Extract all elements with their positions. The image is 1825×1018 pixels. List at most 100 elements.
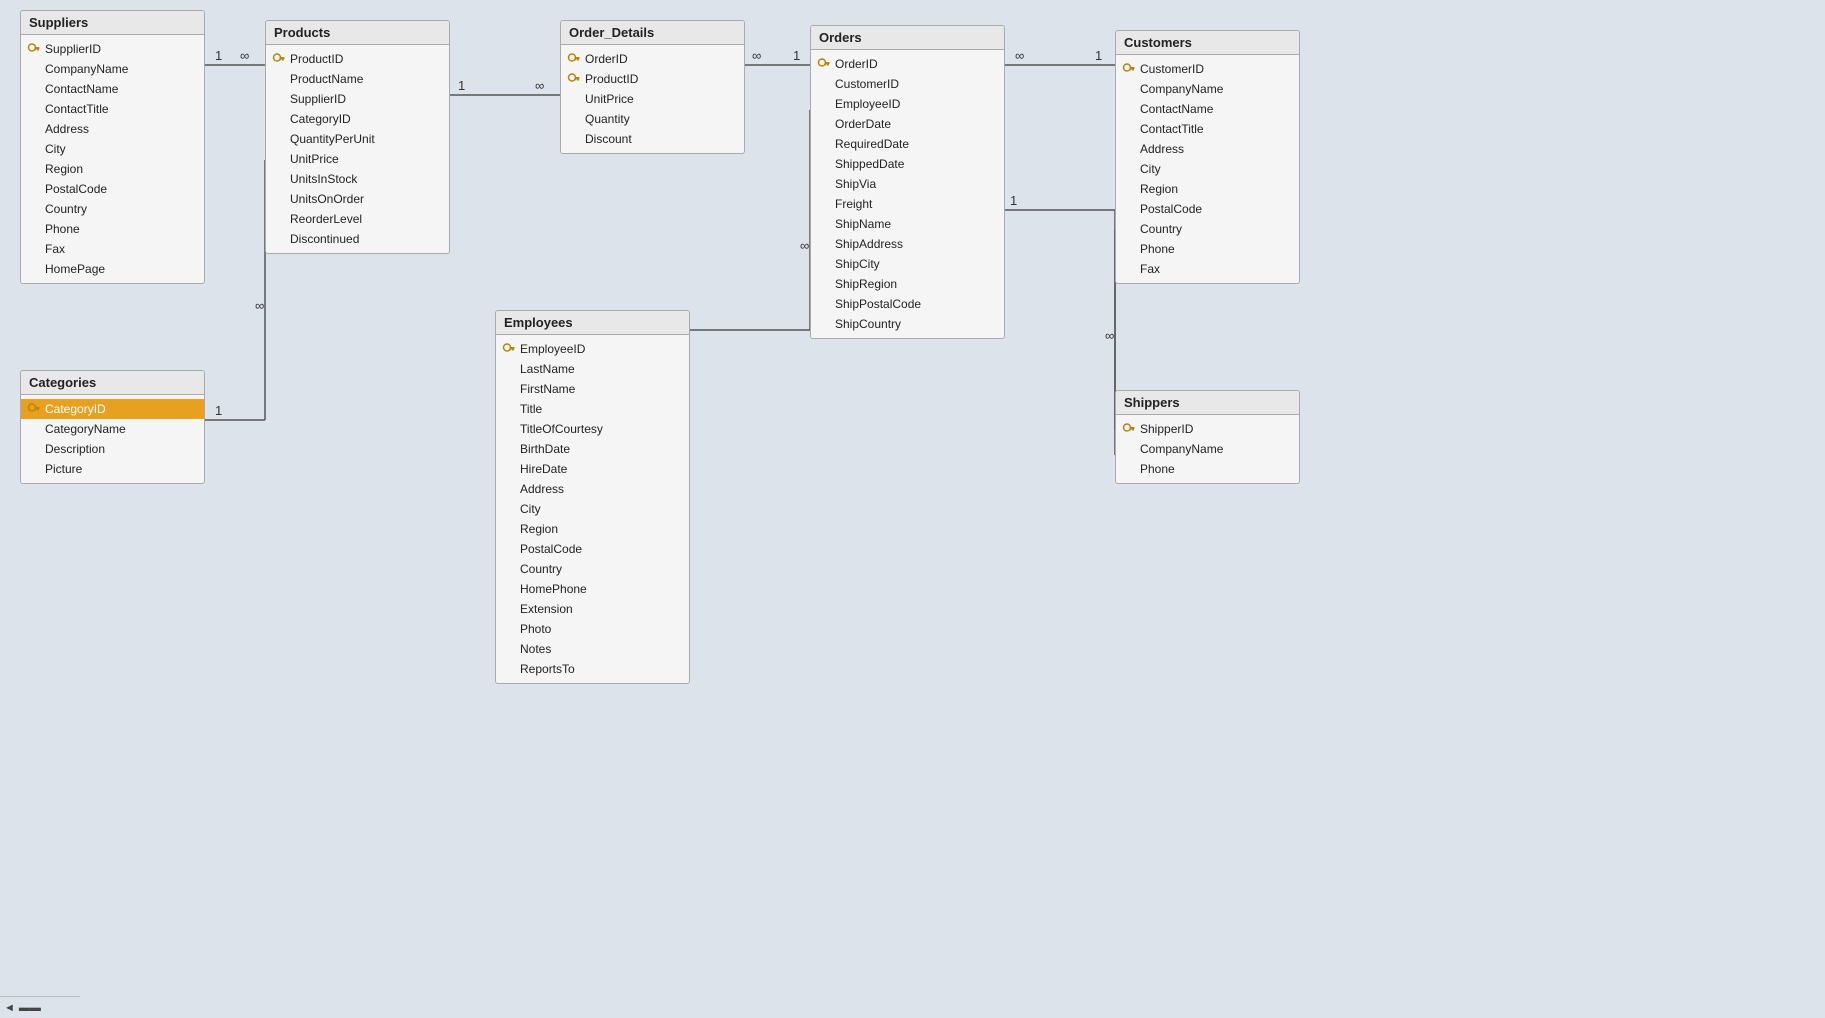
- field-row-hiredate: HireDate: [496, 459, 689, 479]
- field-name-companyname: CompanyName: [45, 62, 196, 76]
- field-row-shippeddate: ShippedDate: [811, 154, 1004, 174]
- field-name-city: City: [1140, 162, 1291, 176]
- field-row-fax: Fax: [1116, 259, 1299, 279]
- field-row-orderid: OrderID: [811, 54, 1004, 74]
- field-name-region: Region: [1140, 182, 1291, 196]
- field-name-orderdate: OrderDate: [835, 117, 996, 131]
- table-body-suppliers: SupplierIDCompanyNameContactNameContactT…: [21, 35, 204, 283]
- field-row-shipperid: ShipperID: [1116, 419, 1299, 439]
- field-row-shipvia: ShipVia: [811, 174, 1004, 194]
- field-row-discount: Discount: [561, 129, 744, 149]
- table-customers: Customers CustomerIDCompanyNameContactNa…: [1115, 30, 1300, 284]
- field-name-shipperid: ShipperID: [1140, 422, 1291, 436]
- field-name-shipcountry: ShipCountry: [835, 317, 996, 331]
- field-name-homephone: HomePhone: [520, 582, 681, 596]
- field-row-extension: Extension: [496, 599, 689, 619]
- field-name-titleofcourtesy: TitleOfCourtesy: [520, 422, 681, 436]
- field-row-lastname: LastName: [496, 359, 689, 379]
- field-row-region: Region: [21, 159, 204, 179]
- field-row-customerid: CustomerID: [811, 74, 1004, 94]
- svg-text:1: 1: [1010, 193, 1017, 208]
- field-name-productname: ProductName: [290, 72, 441, 86]
- field-row-discontinued: Discontinued: [266, 229, 449, 249]
- field-name-shipname: ShipName: [835, 217, 996, 231]
- field-name-shipregion: ShipRegion: [835, 277, 996, 291]
- field-name-fax: Fax: [1140, 262, 1291, 276]
- svg-text:∞: ∞: [800, 238, 809, 253]
- svg-text:∞: ∞: [1105, 328, 1114, 343]
- field-row-phone: Phone: [1116, 459, 1299, 479]
- field-name-title: Title: [520, 402, 681, 416]
- table-header-customers: Customers: [1116, 31, 1299, 55]
- table-header-products: Products: [266, 21, 449, 45]
- field-name-fax: Fax: [45, 242, 196, 256]
- field-name-shipvia: ShipVia: [835, 177, 996, 191]
- field-name-homepage: HomePage: [45, 262, 196, 276]
- field-row-picture: Picture: [21, 459, 204, 479]
- field-name-address: Address: [520, 482, 681, 496]
- field-row-city: City: [21, 139, 204, 159]
- field-name-notes: Notes: [520, 642, 681, 656]
- field-row-fax: Fax: [21, 239, 204, 259]
- field-row-customerid: CustomerID: [1116, 59, 1299, 79]
- field-name-supplierid: SupplierID: [45, 42, 196, 56]
- table-categories: Categories CategoryIDCategoryNameDescrip…: [20, 370, 205, 484]
- key-icon-productid: [272, 52, 286, 66]
- field-row-shipname: ShipName: [811, 214, 1004, 234]
- field-row-postalcode: PostalCode: [496, 539, 689, 559]
- field-name-employeeid: EmployeeID: [520, 342, 681, 356]
- field-row-shipcity: ShipCity: [811, 254, 1004, 274]
- field-name-phone: Phone: [1140, 462, 1291, 476]
- field-row-address: Address: [1116, 139, 1299, 159]
- field-name-description: Description: [45, 442, 196, 456]
- field-name-reorderlevel: ReorderLevel: [290, 212, 441, 226]
- field-row-quantity: Quantity: [561, 109, 744, 129]
- field-name-postalcode: PostalCode: [520, 542, 681, 556]
- table-order_details: Order_Details OrderID ProductIDUnitPrice…: [560, 20, 745, 154]
- field-name-address: Address: [45, 122, 196, 136]
- field-name-customerid: CustomerID: [1140, 62, 1291, 76]
- field-name-companyname: CompanyName: [1140, 442, 1291, 456]
- key-icon-orderid: [567, 52, 581, 66]
- field-name-country: Country: [520, 562, 681, 576]
- field-name-quantityperunit: QuantityPerUnit: [290, 132, 441, 146]
- field-name-requireddate: RequiredDate: [835, 137, 996, 151]
- field-row-shipcountry: ShipCountry: [811, 314, 1004, 334]
- field-row-quantityperunit: QuantityPerUnit: [266, 129, 449, 149]
- field-row-productid: ProductID: [266, 49, 449, 69]
- field-row-unitsinstock: UnitsInStock: [266, 169, 449, 189]
- key-icon-customerid: [1122, 62, 1136, 76]
- field-row-firstname: FirstName: [496, 379, 689, 399]
- table-body-customers: CustomerIDCompanyNameContactNameContactT…: [1116, 55, 1299, 283]
- field-name-country: Country: [45, 202, 196, 216]
- svg-text:∞: ∞: [535, 78, 544, 93]
- field-row-orderdate: OrderDate: [811, 114, 1004, 134]
- table-header-suppliers: Suppliers: [21, 11, 204, 35]
- field-name-employeeid: EmployeeID: [835, 97, 996, 111]
- key-icon-shipperid: [1122, 422, 1136, 436]
- field-name-picture: Picture: [45, 462, 196, 476]
- field-row-birthdate: BirthDate: [496, 439, 689, 459]
- key-icon-orderid: [817, 57, 831, 71]
- field-name-postalcode: PostalCode: [45, 182, 196, 196]
- field-name-categoryid: CategoryID: [290, 112, 441, 126]
- field-name-unitsinstock: UnitsInStock: [290, 172, 441, 186]
- table-products: Products ProductIDProductNameSupplierIDC…: [265, 20, 450, 254]
- field-row-reorderlevel: ReorderLevel: [266, 209, 449, 229]
- field-row-categoryid: CategoryID: [266, 109, 449, 129]
- svg-text:∞: ∞: [752, 48, 761, 63]
- scroll-indicator[interactable]: ◄ ▬▬: [0, 996, 80, 1018]
- field-row-companyname: CompanyName: [1116, 79, 1299, 99]
- field-name-categoryname: CategoryName: [45, 422, 196, 436]
- table-header-orders: Orders: [811, 26, 1004, 50]
- key-icon-employeeid: [502, 342, 516, 356]
- field-row-contactname: ContactName: [21, 79, 204, 99]
- field-name-shipcity: ShipCity: [835, 257, 996, 271]
- field-row-unitsonorder: UnitsOnOrder: [266, 189, 449, 209]
- field-row-country: Country: [1116, 219, 1299, 239]
- field-name-unitprice: UnitPrice: [290, 152, 441, 166]
- field-row-region: Region: [1116, 179, 1299, 199]
- field-row-region: Region: [496, 519, 689, 539]
- field-name-shipaddress: ShipAddress: [835, 237, 996, 251]
- field-row-address: Address: [21, 119, 204, 139]
